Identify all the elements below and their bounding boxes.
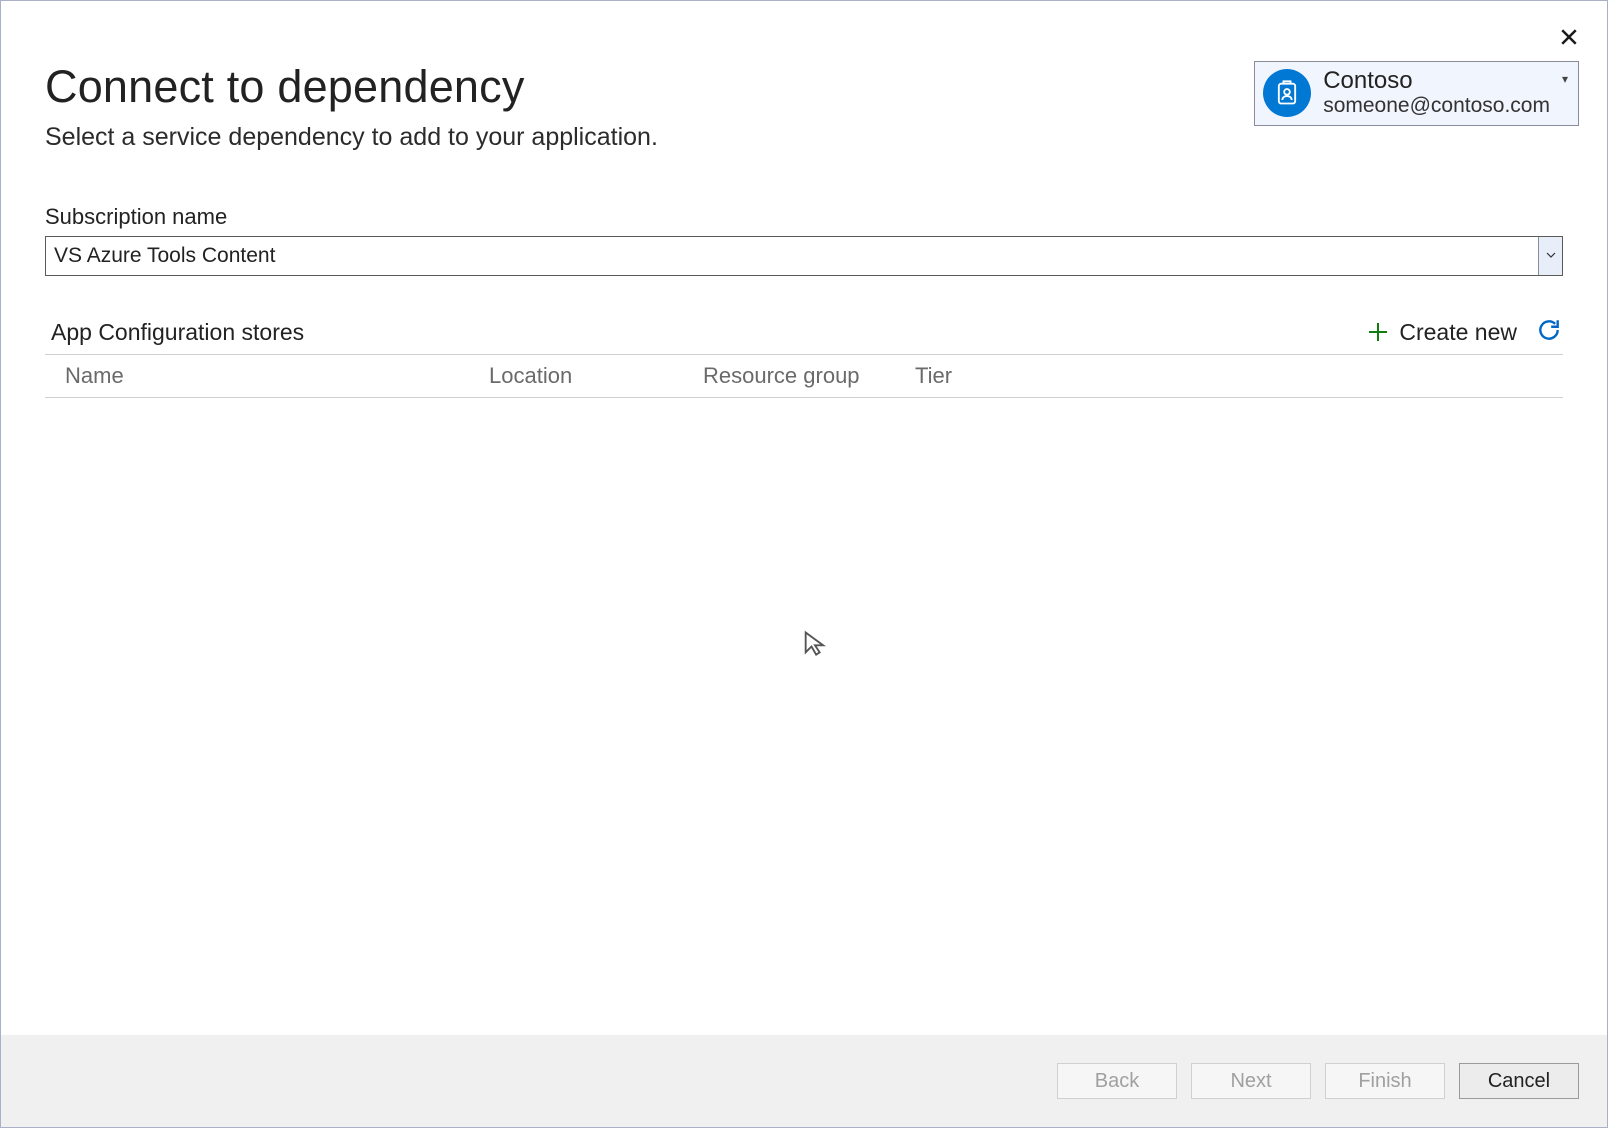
back-button: Back bbox=[1057, 1063, 1177, 1099]
badge-icon bbox=[1263, 69, 1311, 117]
dialog-footer: Back Next Finish Cancel bbox=[1, 1035, 1607, 1127]
column-name[interactable]: Name bbox=[65, 363, 489, 389]
close-button[interactable] bbox=[1555, 25, 1583, 53]
dialog-content: Subscription name App Configuration stor… bbox=[1, 172, 1607, 1035]
page-subtitle: Select a service dependency to add to yo… bbox=[45, 123, 1563, 152]
close-icon bbox=[1560, 28, 1578, 51]
refresh-button[interactable] bbox=[1535, 318, 1563, 346]
next-button: Next bbox=[1191, 1063, 1311, 1099]
subscription-label: Subscription name bbox=[45, 204, 1563, 230]
plus-icon bbox=[1367, 321, 1389, 343]
account-org: Contoso bbox=[1323, 68, 1550, 94]
finish-button: Finish bbox=[1325, 1063, 1445, 1099]
account-email: someone@contoso.com bbox=[1323, 94, 1550, 118]
subscription-input[interactable] bbox=[46, 237, 1538, 275]
subscription-select[interactable] bbox=[45, 236, 1563, 276]
column-tier[interactable]: Tier bbox=[915, 363, 1563, 389]
stores-header: App Configuration stores Create new bbox=[45, 318, 1563, 355]
stores-columns: Name Location Resource group Tier bbox=[45, 355, 1563, 398]
create-new-button[interactable]: Create new bbox=[1367, 319, 1517, 346]
subscription-dropdown-button[interactable] bbox=[1538, 237, 1562, 275]
cancel-button[interactable]: Cancel bbox=[1459, 1063, 1579, 1099]
chevron-down-icon bbox=[1546, 247, 1556, 265]
connect-dependency-dialog: Contoso someone@contoso.com ▾ Connect to… bbox=[0, 0, 1608, 1128]
refresh-icon bbox=[1536, 317, 1562, 348]
account-selector[interactable]: Contoso someone@contoso.com ▾ bbox=[1254, 61, 1579, 126]
stores-title: App Configuration stores bbox=[45, 319, 1349, 346]
stores-section: App Configuration stores Create new Name… bbox=[45, 318, 1563, 398]
chevron-down-icon: ▾ bbox=[1562, 72, 1570, 86]
account-text: Contoso someone@contoso.com bbox=[1323, 68, 1550, 119]
create-new-label: Create new bbox=[1399, 319, 1517, 346]
column-resource-group[interactable]: Resource group bbox=[703, 363, 915, 389]
column-location[interactable]: Location bbox=[489, 363, 703, 389]
